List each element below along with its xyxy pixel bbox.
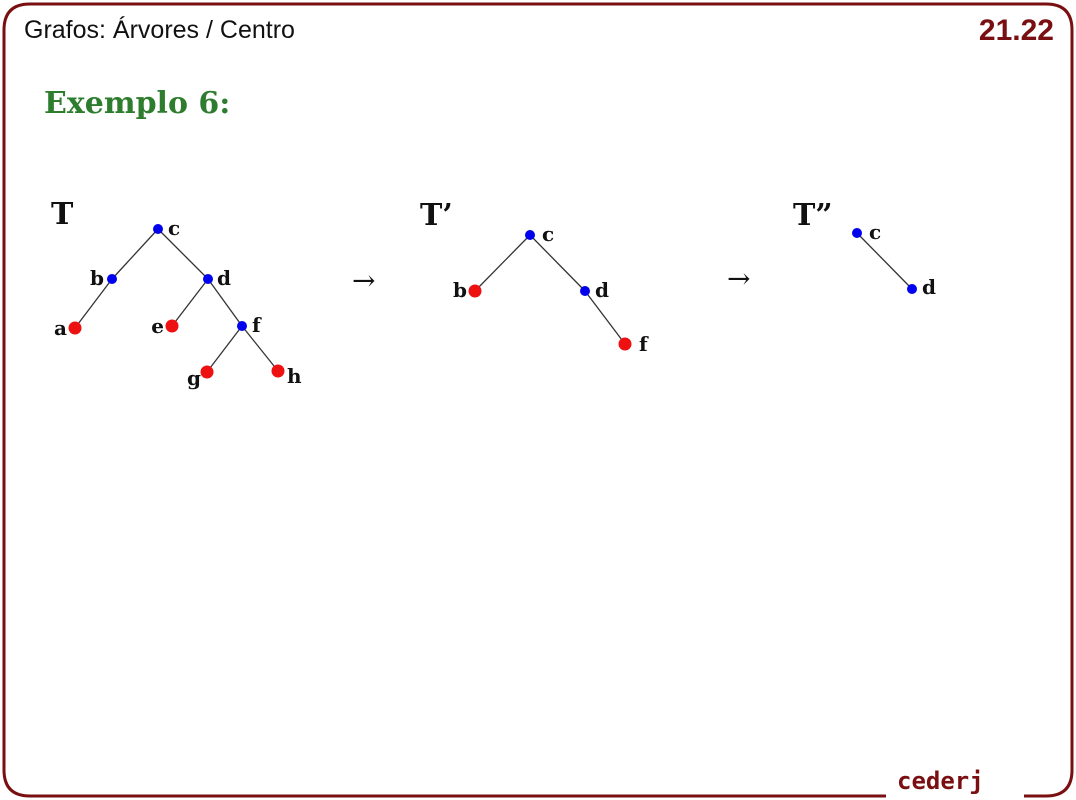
node-d-internal (203, 274, 213, 284)
trees-diagram: T T’ T” → → cb da e fg hcb dfcd (51, 197, 936, 390)
node-c-internal (153, 224, 163, 234)
cederj-logo: cederj (893, 767, 988, 795)
edge-f-g (206, 325, 243, 373)
arrow-right-1: → (352, 264, 375, 297)
node-label-c: c (168, 216, 180, 240)
node-h-leaf (271, 364, 285, 378)
node-label-a: a (54, 316, 67, 340)
node-b-internal (107, 274, 117, 284)
node-label-b: b (90, 266, 104, 290)
node-label-b: b (453, 278, 467, 302)
node-label-d: d (922, 275, 936, 299)
node-f-leaf (618, 337, 632, 351)
tree-name-T-prime: T’ (420, 198, 453, 233)
edge-c-b (111, 228, 159, 280)
edge-d-e (171, 278, 209, 327)
node-a-leaf (68, 321, 82, 335)
node-label-d: d (595, 278, 609, 302)
node-label-e: e (151, 314, 164, 338)
node-d-internal (580, 286, 590, 296)
node-label-f: f (252, 313, 262, 337)
node-c-internal (852, 228, 862, 238)
node-label-c: c (542, 222, 554, 246)
tree-name-T: T (51, 197, 74, 232)
edge-c-d (529, 234, 586, 292)
edge-c-d (856, 232, 913, 290)
node-label-f: f (639, 332, 649, 356)
edge-c-b (474, 234, 531, 292)
node-label-c: c (869, 220, 881, 244)
node-g-leaf (200, 365, 214, 379)
node-c-internal (525, 230, 535, 240)
node-label-g: g (187, 366, 201, 390)
node-label-d: d (217, 266, 231, 290)
node-f-internal (237, 321, 247, 331)
node-b-leaf (468, 284, 482, 298)
edge-c-d (157, 228, 209, 280)
arrow-right-2: → (727, 262, 750, 295)
node-d-internal (907, 284, 917, 294)
node-e-leaf (165, 319, 179, 333)
tree-name-T-double-prime: T” (793, 198, 833, 233)
node-label-h: h (287, 364, 302, 388)
